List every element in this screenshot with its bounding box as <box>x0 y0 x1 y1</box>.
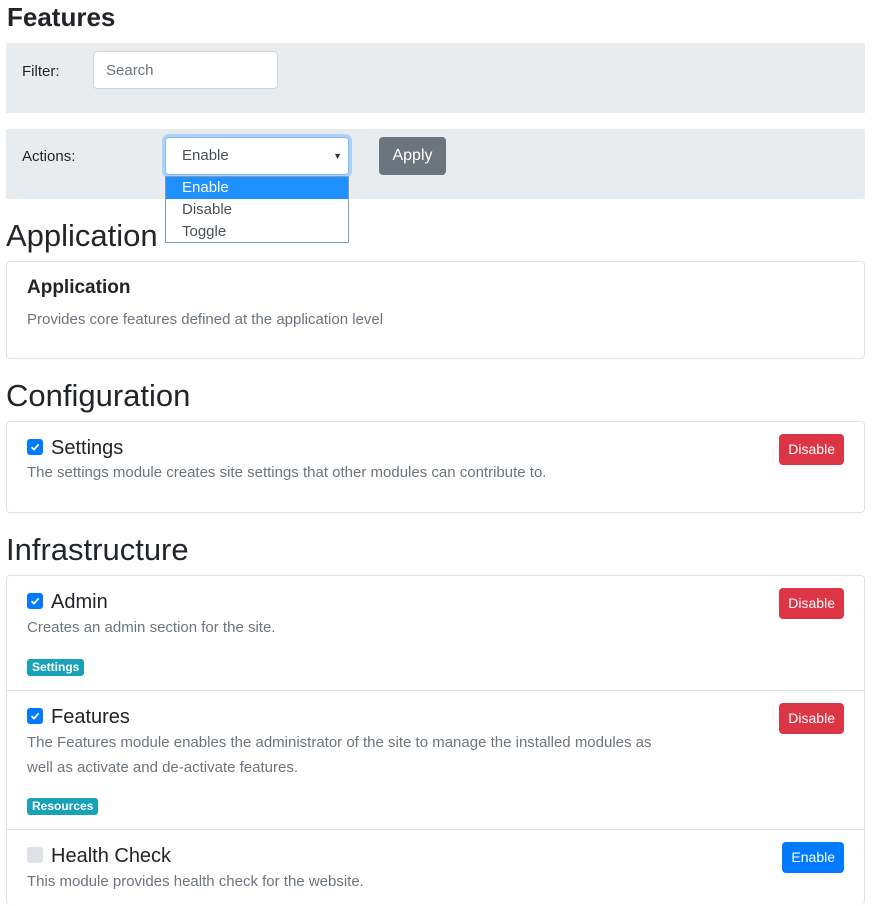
caret-down-icon: ▼ <box>333 151 342 161</box>
feature-checkbox[interactable] <box>27 593 43 609</box>
feature-item-features: Features The Features module enables the… <box>7 691 864 830</box>
actions-label: Actions: <box>22 148 76 165</box>
feature-description: Creates an admin section for the site. <box>27 619 276 636</box>
actions-dropdown-list: Enable Disable Toggle <box>165 176 349 243</box>
actions-bar: Actions: Enable ▼ Apply <box>6 129 865 199</box>
disable-button[interactable]: Disable <box>779 703 844 734</box>
dependency-badge: Settings <box>27 659 85 676</box>
dropdown-option-enable[interactable]: Enable <box>166 177 348 199</box>
actions-select[interactable]: Enable ▼ <box>165 137 349 175</box>
feature-checkbox[interactable] <box>27 708 43 724</box>
dropdown-option-disable[interactable]: Disable <box>166 199 348 221</box>
feature-item-settings: Settings The settings module creates sit… <box>7 422 864 512</box>
feature-title: Features <box>51 706 130 728</box>
feature-description-line-1: The Features module enables the administ… <box>27 734 652 751</box>
feature-checkbox[interactable] <box>27 847 43 863</box>
actions-select-value: Enable <box>182 147 229 164</box>
feature-card-infrastructure: Admin Creates an admin section for the s… <box>6 575 865 905</box>
feature-card-application: Application Provides core features defin… <box>6 261 865 359</box>
feature-item-admin: Admin Creates an admin section for the s… <box>7 576 864 691</box>
feature-title: Settings <box>51 437 124 459</box>
dropdown-option-toggle[interactable]: Toggle <box>166 221 348 243</box>
feature-description: This module provides health check for th… <box>27 873 364 890</box>
search-input[interactable] <box>93 51 278 89</box>
dependency-badge: Resources <box>27 798 99 815</box>
filter-label: Filter: <box>22 63 60 80</box>
feature-description: Provides core features defined at the ap… <box>27 311 384 328</box>
section-heading-configuration: Configuration <box>6 378 191 413</box>
feature-description: The settings module creates site setting… <box>27 464 547 481</box>
disable-button[interactable]: Disable <box>779 588 844 619</box>
feature-description-line-2: well as activate and de-activate feature… <box>27 759 298 776</box>
feature-title: Health Check <box>51 845 172 867</box>
feature-title: Admin <box>51 591 108 613</box>
feature-card-configuration: Settings The settings module creates sit… <box>6 421 865 513</box>
feature-item-application: Application Provides core features defin… <box>7 262 864 358</box>
check-icon <box>30 443 40 451</box>
feature-checkbox[interactable] <box>27 439 43 455</box>
disable-button[interactable]: Disable <box>779 434 844 465</box>
check-icon <box>30 712 40 720</box>
feature-title: Application <box>27 277 131 298</box>
section-heading-application: Application <box>6 218 158 253</box>
filter-bar: Filter: <box>6 43 865 113</box>
page-title: Features <box>7 2 116 32</box>
apply-button[interactable]: Apply <box>379 137 446 175</box>
check-icon <box>30 597 40 605</box>
section-heading-infrastructure: Infrastructure <box>6 532 189 567</box>
enable-button[interactable]: Enable <box>782 842 844 873</box>
